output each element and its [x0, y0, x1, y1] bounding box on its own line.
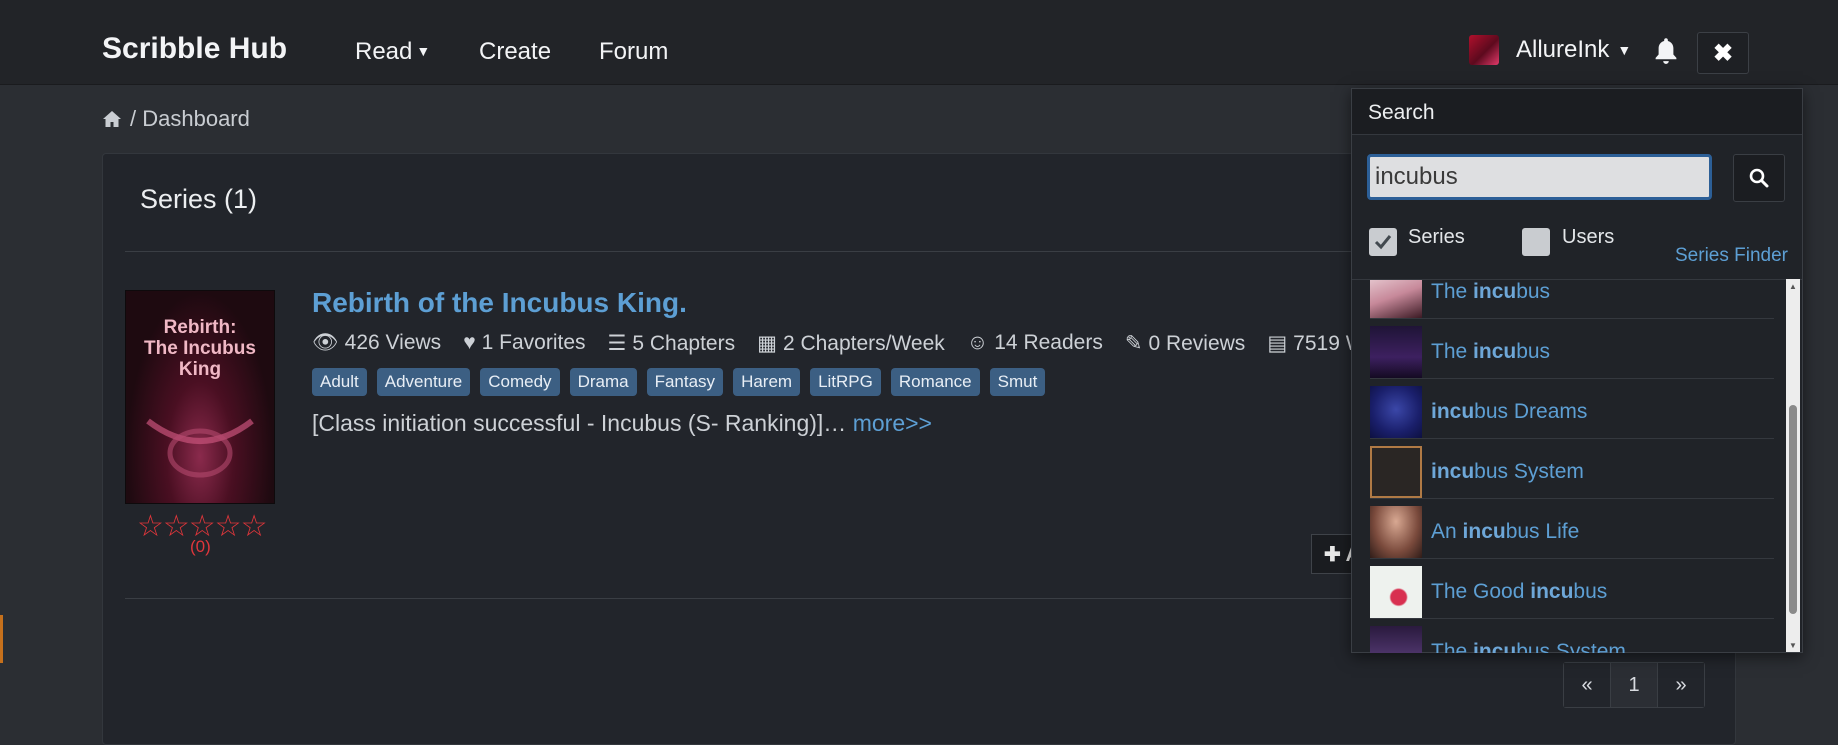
search-result-item[interactable]: The incubus: [1370, 326, 1774, 379]
home-icon[interactable]: [102, 110, 122, 128]
prev-page-button[interactable]: «: [1564, 663, 1610, 707]
search-header-title: Search: [1368, 101, 1435, 124]
eye-icon: 👁: [312, 331, 339, 354]
more-link[interactable]: more>>: [853, 410, 932, 436]
scroll-down-arrow-icon[interactable]: ▼: [1786, 638, 1800, 652]
search-result-item[interactable]: The incubus: [1370, 280, 1774, 319]
search-button[interactable]: [1733, 154, 1785, 202]
username: AllureInk: [1516, 36, 1610, 63]
calendar-icon: ▦: [757, 332, 777, 355]
search-result-item[interactable]: The Good incubus: [1370, 566, 1774, 619]
series-cover[interactable]: Rebirth: The Incubus King: [125, 290, 275, 504]
breadcrumb-current: Dashboard: [142, 106, 250, 131]
search-input[interactable]: [1367, 154, 1712, 200]
stat-readers: ☺ 14 Readers: [966, 331, 1103, 354]
series-stats: 👁 426 Views ♥ 1 Favorites ☰ 5 Chapters ▦ 2 C…: [312, 331, 1377, 356]
brand-logo[interactable]: Scribble Hub: [102, 32, 287, 66]
cover-text: Rebirth: The Incubus King: [144, 317, 256, 380]
stat-reviews: ✎ 0 Reviews: [1124, 332, 1246, 355]
caret-down-icon: ▼: [1617, 42, 1632, 58]
result-thumbnail: [1370, 326, 1422, 378]
result-thumbnail: [1370, 566, 1422, 618]
tag[interactable]: Comedy: [480, 368, 560, 396]
stat-views: 👁 426 Views: [312, 331, 442, 354]
breadcrumb: / Dashboard: [102, 106, 250, 132]
result-title: incubus Dreams: [1431, 400, 1588, 423]
users-checkbox-label[interactable]: Users: [1562, 226, 1614, 249]
check-icon: [1374, 235, 1392, 250]
result-title: An incubus Life: [1431, 520, 1580, 543]
search-dropdown: Search Series Users Series Finder The in…: [1351, 88, 1803, 653]
avatar: [1469, 35, 1499, 65]
close-search-button[interactable]: ✖: [1697, 32, 1749, 74]
cover-art: [146, 418, 254, 478]
edit-icon: ✎: [1124, 332, 1143, 355]
search-result-item[interactable]: The incubus System: [1370, 626, 1774, 653]
result-title: The incubus: [1431, 340, 1551, 363]
nav-forum[interactable]: Forum: [599, 38, 668, 66]
tag[interactable]: Romance: [890, 368, 980, 396]
tag[interactable]: Harem: [733, 368, 801, 396]
series-checkbox-label[interactable]: Series: [1408, 226, 1465, 249]
result-title: The incubus: [1431, 280, 1551, 303]
tag[interactable]: Adult: [312, 368, 367, 396]
nav-read-label: Read: [355, 38, 413, 65]
section-title: Series (1): [140, 184, 258, 214]
side-tab[interactable]: [0, 615, 3, 663]
top-navbar: Scribble Hub Read ▼ Create Forum AllureIn…: [0, 0, 1838, 85]
tag[interactable]: Fantasy: [646, 368, 724, 396]
genre-tags: Adult Adventure Comedy Drama Fantasy Har…: [312, 368, 1046, 396]
search-result-item[interactable]: An incubus Life: [1370, 506, 1774, 559]
search-result-item[interactable]: incubus System: [1370, 446, 1774, 499]
user-menu[interactable]: AllureInk ▼: [1469, 35, 1631, 65]
search-header: Search: [1352, 89, 1802, 135]
result-thumbnail: [1370, 446, 1422, 498]
stat-favorites: ♥ 1 Favorites: [463, 331, 586, 354]
result-title: The incubus System: [1431, 640, 1626, 653]
caret-down-icon: ▼: [416, 43, 431, 59]
stat-chapters: ☰ 5 Chapters: [607, 332, 736, 355]
stat-frequency: ▦ 2 Chapters/Week: [757, 332, 945, 355]
series-description: [Class initiation successful - Incubus (…: [312, 410, 932, 437]
rating-count: (0): [190, 537, 211, 556]
series-title-link[interactable]: Rebirth of the Incubus King.: [312, 287, 687, 319]
scroll-up-arrow-icon[interactable]: ▲: [1786, 279, 1800, 293]
user-icon: ☺: [966, 331, 989, 354]
results-scrollbar[interactable]: ▲ ▼: [1786, 279, 1800, 652]
tag[interactable]: Smut: [989, 368, 1046, 396]
result-title: The Good incubus: [1431, 580, 1608, 603]
book-icon: ▤: [1267, 332, 1288, 355]
search-icon: [1749, 168, 1769, 188]
tag[interactable]: Adventure: [376, 368, 471, 396]
series-finder-link[interactable]: Series Finder: [1675, 245, 1788, 267]
list-icon: ☰: [607, 332, 627, 355]
result-thumbnail: [1370, 386, 1422, 438]
bell-icon[interactable]: [1652, 36, 1680, 66]
result-thumbnail: [1370, 506, 1422, 558]
heart-icon: ♥: [463, 331, 476, 354]
next-page-button[interactable]: »: [1657, 663, 1704, 707]
search-results: The incubus The incubus incubus Dreams i…: [1352, 279, 1802, 653]
tag[interactable]: LitRPG: [810, 368, 881, 396]
tag[interactable]: Drama: [569, 368, 637, 396]
nav-create[interactable]: Create: [479, 38, 551, 66]
breadcrumb-separator: /: [130, 106, 143, 131]
scrollbar-thumb[interactable]: [1789, 405, 1797, 614]
page-1-button[interactable]: 1: [1610, 663, 1657, 707]
result-title: incubus System: [1431, 460, 1584, 483]
nav-read[interactable]: Read ▼: [355, 38, 430, 66]
search-result-item[interactable]: incubus Dreams: [1370, 386, 1774, 439]
pagination: « 1 »: [1563, 662, 1705, 708]
description-text: [Class initiation successful - Incubus (…: [312, 410, 847, 436]
result-thumbnail: [1370, 280, 1422, 318]
series-checkbox[interactable]: [1369, 228, 1397, 256]
users-checkbox[interactable]: [1522, 228, 1550, 256]
close-icon: ✖: [1712, 39, 1734, 67]
result-thumbnail: [1370, 626, 1422, 653]
